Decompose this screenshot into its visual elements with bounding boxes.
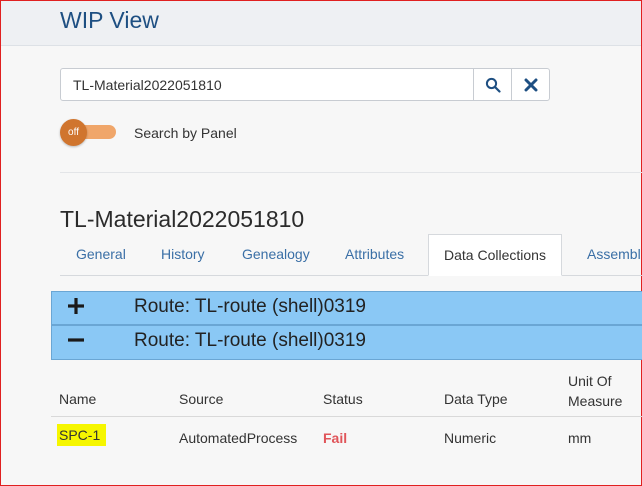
column-header-name[interactable]: Name	[59, 391, 96, 407]
clear-button[interactable]	[511, 69, 550, 100]
route-bar-collapsed[interactable]: Route: TL-route (shell)0319	[51, 291, 642, 325]
tab-data-collections[interactable]: Data Collections	[428, 234, 562, 276]
column-header-status[interactable]: Status	[323, 391, 363, 407]
tab-bar: General History Genealogy Attributes Dat…	[60, 234, 642, 276]
close-icon	[524, 78, 538, 91]
column-header-source[interactable]: Source	[179, 391, 223, 407]
item-title: TL-Material2022051810	[60, 206, 305, 232]
route-label: Route: TL-route (shell)0319	[134, 330, 366, 351]
cell-source: AutomatedProcess	[179, 430, 298, 446]
search-icon	[485, 77, 501, 93]
tab-history[interactable]: History	[161, 234, 205, 275]
route-label: Route: TL-route (shell)0319	[134, 296, 366, 317]
collapse-icon[interactable]	[66, 326, 86, 358]
toggle-label: Search by Panel	[134, 125, 237, 141]
search-button[interactable]	[473, 69, 512, 100]
highlighted-name: SPC-1	[57, 424, 107, 446]
column-header-data-type[interactable]: Data Type	[444, 391, 508, 407]
route-bar-expanded[interactable]: Route: TL-route (shell)0319	[51, 325, 642, 360]
app-header: WIP View	[1, 1, 641, 46]
tab-attributes[interactable]: Attributes	[345, 234, 404, 275]
tab-general[interactable]: General	[76, 234, 126, 275]
column-header-unit-of-measure[interactable]: Unit Of Measure	[568, 371, 638, 411]
tab-genealogy[interactable]: Genealogy	[242, 234, 310, 275]
toggle-knob: off	[60, 119, 87, 146]
page-title: WIP View	[60, 7, 159, 33]
cell-status: Fail	[323, 430, 348, 446]
cell-data-type: Numeric	[444, 430, 497, 446]
tab-assembly[interactable]: Assembl	[587, 234, 641, 275]
search-input[interactable]	[61, 69, 473, 100]
cell-name: SPC-1	[57, 424, 107, 446]
header-divider	[51, 416, 642, 417]
search-box	[60, 68, 550, 101]
expand-icon[interactable]	[66, 292, 86, 324]
cell-unit: mm	[568, 430, 592, 446]
section-divider	[60, 172, 642, 173]
search-by-panel-toggle[interactable]: off	[60, 119, 117, 146]
